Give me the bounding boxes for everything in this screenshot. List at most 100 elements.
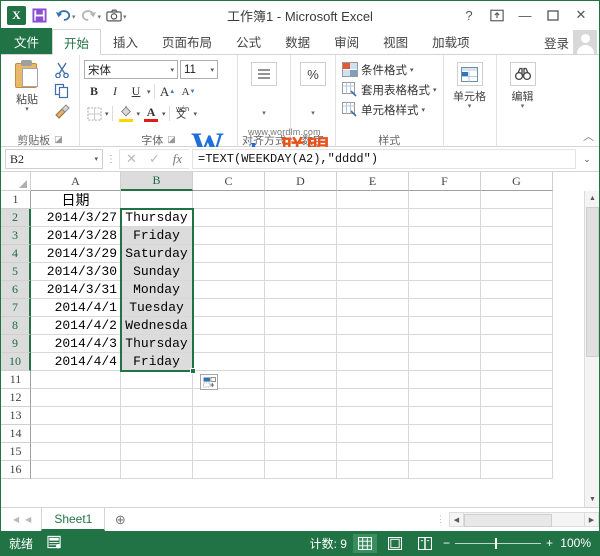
cell-G10[interactable] xyxy=(481,353,553,371)
cell-F4[interactable] xyxy=(409,245,481,263)
column-header-g[interactable]: G xyxy=(481,172,553,191)
cells-button[interactable]: 单元格 ▾ xyxy=(448,58,492,110)
cell-D12[interactable] xyxy=(265,389,337,407)
cell-B13[interactable] xyxy=(121,407,193,425)
row-header-9[interactable]: 9 xyxy=(1,335,31,353)
cell-B5[interactable]: Sunday xyxy=(121,263,193,281)
zoom-slider[interactable]: − + xyxy=(443,536,553,550)
number-dropdown-icon[interactable]: ▾ xyxy=(291,111,335,117)
collapse-ribbon-button[interactable]: ︿ xyxy=(583,128,594,144)
cell-A5[interactable]: 2014/3/30 xyxy=(31,263,121,281)
cell-F16[interactable] xyxy=(409,461,481,479)
cell-D7[interactable] xyxy=(265,299,337,317)
scroll-down-icon[interactable]: ▼ xyxy=(585,492,599,507)
row-header-16[interactable]: 16 xyxy=(1,461,31,479)
tab-formulas[interactable]: 公式 xyxy=(224,28,273,54)
paste-dropdown-icon[interactable]: ▾ xyxy=(25,107,29,113)
cell-B1[interactable] xyxy=(121,191,193,209)
sheet-nav-buttons[interactable]: ◀ ◀ xyxy=(7,515,37,524)
horizontal-scroll-thumb[interactable] xyxy=(464,514,552,527)
cell-F15[interactable] xyxy=(409,443,481,461)
cell-F6[interactable] xyxy=(409,281,481,299)
cell-E15[interactable] xyxy=(337,443,409,461)
cell-F10[interactable] xyxy=(409,353,481,371)
cell-B8[interactable]: Wednesda xyxy=(121,317,193,335)
scroll-up-icon[interactable]: ▲ xyxy=(585,191,599,206)
cell-B12[interactable] xyxy=(121,389,193,407)
normal-view-button[interactable] xyxy=(353,534,377,553)
minimize-button[interactable]: — xyxy=(511,3,539,27)
save-icon[interactable] xyxy=(28,4,50,26)
cell-E12[interactable] xyxy=(337,389,409,407)
cell-G9[interactable] xyxy=(481,335,553,353)
cell-F2[interactable] xyxy=(409,209,481,227)
cell-C15[interactable] xyxy=(193,443,265,461)
cell-E2[interactable] xyxy=(337,209,409,227)
fill-color-button[interactable] xyxy=(116,104,136,123)
undo-dropdown-icon[interactable]: ▾ xyxy=(72,13,76,26)
cell-C3[interactable] xyxy=(193,227,265,245)
cell-C9[interactable] xyxy=(193,335,265,353)
cell-C4[interactable] xyxy=(193,245,265,263)
cell-A6[interactable]: 2014/3/31 xyxy=(31,281,121,299)
cell-G14[interactable] xyxy=(481,425,553,443)
name-box[interactable]: B2 ▾ xyxy=(5,149,103,169)
cell-A3[interactable]: 2014/3/28 xyxy=(31,227,121,245)
cell-E3[interactable] xyxy=(337,227,409,245)
tab-file[interactable]: 文件 xyxy=(1,28,52,54)
underline-dropdown-icon[interactable]: ▾ xyxy=(147,88,151,96)
cell-G5[interactable] xyxy=(481,263,553,281)
zoom-in-button[interactable]: + xyxy=(546,536,553,550)
phonetic-guide-button[interactable]: wén文 xyxy=(173,104,193,123)
cell-B2[interactable]: Thursday xyxy=(121,209,193,227)
cell-A16[interactable] xyxy=(31,461,121,479)
cell-G6[interactable] xyxy=(481,281,553,299)
tab-view[interactable]: 视图 xyxy=(371,28,420,54)
cell-A11[interactable] xyxy=(31,371,121,389)
cell-A7[interactable]: 2014/4/1 xyxy=(31,299,121,317)
cells-dropdown-icon[interactable]: ▾ xyxy=(468,104,472,110)
cell-G16[interactable] xyxy=(481,461,553,479)
cell-D5[interactable] xyxy=(265,263,337,281)
cell-G12[interactable] xyxy=(481,389,553,407)
cell-E9[interactable] xyxy=(337,335,409,353)
alignment-dropdown-icon[interactable]: ▾ xyxy=(238,111,290,117)
cell-C2[interactable] xyxy=(193,209,265,227)
font-dialog-launcher-icon[interactable]: ◪ xyxy=(167,134,176,145)
column-header-b[interactable]: B xyxy=(121,172,193,191)
cell-C8[interactable] xyxy=(193,317,265,335)
cell-G15[interactable] xyxy=(481,443,553,461)
row-header-10[interactable]: 10 xyxy=(1,353,31,371)
cell-E10[interactable] xyxy=(337,353,409,371)
ribbon-display-options-button[interactable] xyxy=(483,3,511,27)
cell-F1[interactable] xyxy=(409,191,481,209)
cell-E4[interactable] xyxy=(337,245,409,263)
cell-A1[interactable]: 日期 xyxy=(31,191,121,209)
cell-C13[interactable] xyxy=(193,407,265,425)
cell-A15[interactable] xyxy=(31,443,121,461)
tab-review[interactable]: 审阅 xyxy=(322,28,371,54)
cell-C14[interactable] xyxy=(193,425,265,443)
signin-label[interactable]: 登录 xyxy=(544,33,569,52)
zoom-thumb[interactable] xyxy=(495,538,497,549)
redo-dropdown-icon[interactable]: ▾ xyxy=(98,13,102,26)
maximize-button[interactable] xyxy=(539,3,567,27)
avatar[interactable] xyxy=(573,30,597,54)
row-header-15[interactable]: 15 xyxy=(1,443,31,461)
editing-button[interactable]: 编辑 ▾ xyxy=(501,58,545,110)
cell-C5[interactable] xyxy=(193,263,265,281)
cell-B7[interactable]: Tuesday xyxy=(121,299,193,317)
row-header-8[interactable]: 8 xyxy=(1,317,31,335)
column-header-f[interactable]: F xyxy=(409,172,481,191)
cell-A9[interactable]: 2014/4/3 xyxy=(31,335,121,353)
cell-D14[interactable] xyxy=(265,425,337,443)
cell-C1[interactable] xyxy=(193,191,265,209)
cell-B14[interactable] xyxy=(121,425,193,443)
cell-B9[interactable]: Thursday xyxy=(121,335,193,353)
fill-handle[interactable] xyxy=(190,368,196,374)
cell-F11[interactable] xyxy=(409,371,481,389)
expand-formula-bar-icon[interactable]: ⌄ xyxy=(579,154,595,165)
row-header-6[interactable]: 6 xyxy=(1,281,31,299)
add-sheet-button[interactable]: ⊕ xyxy=(109,509,131,531)
cell-C16[interactable] xyxy=(193,461,265,479)
